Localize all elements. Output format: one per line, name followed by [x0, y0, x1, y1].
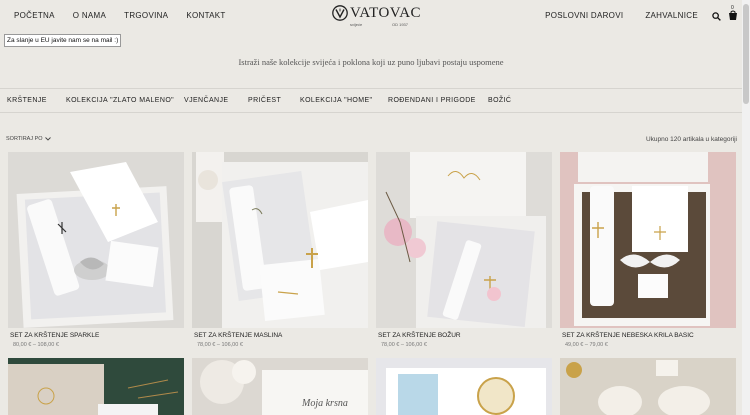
search-icon[interactable] — [712, 12, 721, 21]
logo-established: OD 1937 — [392, 22, 409, 27]
product-price: 78,00 € – 106,00 € — [197, 342, 243, 348]
product-name[interactable]: SET ZA KRŠTENJE MASLINA — [194, 332, 282, 339]
category-vjencanje[interactable]: VJENČANJE — [184, 97, 228, 104]
logo-text: VATOVAC — [350, 5, 422, 21]
category-home[interactable]: KOLEKCIJA "HOME" — [300, 97, 372, 104]
sort-dropdown[interactable]: SORTIRAJ PO — [6, 136, 51, 142]
nav-trgovina[interactable]: TRGOVINA — [124, 11, 168, 20]
product-image-caption: Moja krsna — [302, 398, 348, 409]
product-price: 78,00 € – 106,00 € — [381, 342, 427, 348]
nav-pocetna[interactable]: POČETNA — [14, 11, 55, 20]
site-logo[interactable]: VATOVAC svijeće OD 1937 — [332, 5, 421, 31]
product-name[interactable]: SET ZA KRŠTENJE BOŽUR — [378, 332, 461, 339]
product-image-nebeska-krila[interactable] — [560, 152, 736, 328]
category-pricest[interactable]: PRIČEST — [248, 97, 281, 104]
product-image[interactable] — [560, 358, 736, 415]
site-header: POČETNA O NAMA TRGOVINA KONTAKT VATOVAC … — [0, 0, 742, 32]
page-tagline: Istraži naše kolekcije svijeća i poklona… — [238, 57, 504, 67]
product-image-maslina[interactable] — [192, 152, 368, 328]
page-scrollbar[interactable] — [742, 0, 750, 415]
category-krstenje[interactable]: KRŠTENJE — [7, 97, 47, 104]
category-rodendani[interactable]: ROĐENDANI I PRIGODE — [388, 97, 476, 104]
nav-kontakt[interactable]: KONTAKT — [186, 11, 225, 20]
nav-o-nama[interactable]: O NAMA — [73, 11, 106, 20]
category-zlato-maleno[interactable]: KOLEKCIJA "ZLATO MALENO" — [66, 97, 174, 104]
category-bar: KRŠTENJE KOLEKCIJA "ZLATO MALENO" VJENČA… — [0, 88, 742, 113]
result-count: Ukupno 120 artikala u kategoriji — [645, 136, 737, 143]
product-image-bozur[interactable] — [376, 152, 552, 328]
secondary-nav: POSLOVNI DAROVI ZAHVALNICE — [523, 11, 698, 20]
sort-label: SORTIRAJ PO — [6, 136, 43, 142]
chevron-down-icon — [44, 137, 51, 141]
scrollbar-thumb[interactable] — [743, 4, 749, 104]
product-image-sparkle[interactable] — [8, 152, 184, 328]
category-bozic[interactable]: BOŽIĆ — [488, 97, 511, 104]
product-price: 80,00 € – 108,00 € — [13, 342, 59, 348]
main-nav: POČETNA O NAMA TRGOVINA KONTAKT — [14, 11, 244, 20]
product-name[interactable]: SET ZA KRŠTENJE SPARKLE — [10, 332, 99, 339]
product-image[interactable]: Moja krsna — [192, 358, 368, 415]
product-image[interactable] — [8, 358, 184, 415]
nav-zahvalnice[interactable]: ZAHVALNICE — [645, 11, 698, 20]
product-name[interactable]: SET ZA KRŠTENJE NEBESKA KRILA BASIC — [562, 332, 694, 339]
eu-shipping-notice: Za slanje u EU javite nam se na mail :) — [4, 34, 122, 47]
product-image[interactable] — [376, 358, 552, 415]
logo-subtitle: svijeće — [350, 22, 363, 27]
nav-poslovni-darovi[interactable]: POSLOVNI DAROVI — [545, 11, 623, 20]
logo-mark-icon — [332, 5, 348, 21]
cart-icon[interactable] — [728, 10, 738, 21]
product-price: 49,00 € – 79,00 € — [565, 342, 608, 348]
